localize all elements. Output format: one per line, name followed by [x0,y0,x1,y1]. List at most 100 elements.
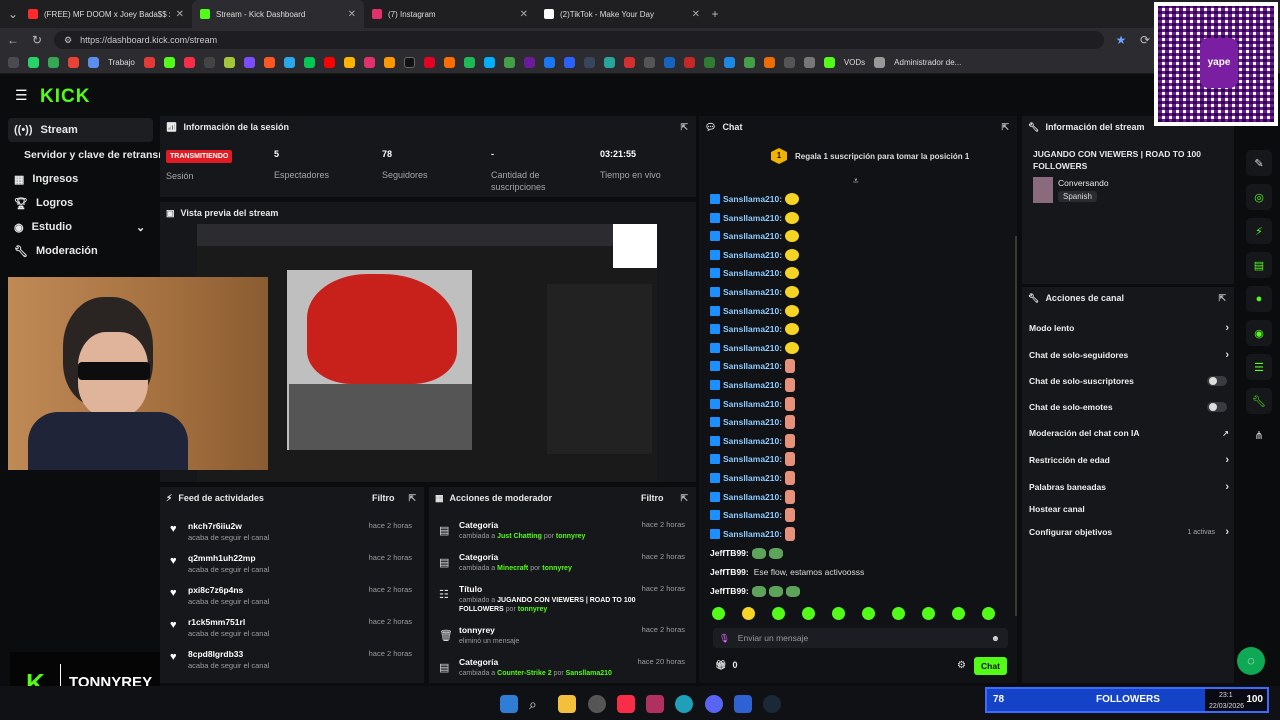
filter-button[interactable]: Filtro [372,493,395,503]
file-explorer-icon[interactable] [558,695,576,713]
chat-username[interactable]: Sansllama210: [723,231,782,241]
youtube-icon[interactable] [323,57,335,68]
close-icon[interactable]: ✕ [176,9,184,20]
x-icon[interactable] [403,57,415,68]
close-icon[interactable]: ✕ [348,9,356,20]
instagram-icon[interactable] [363,57,375,68]
chat-username[interactable]: Sansllama210: [723,492,782,502]
app-icon[interactable] [588,695,606,713]
chat-username[interactable]: Sansllama210: [723,268,782,278]
bookmark-vods[interactable]: VODs [844,58,865,67]
tab-instagram[interactable]: (7) Instagram ✕ [364,0,536,28]
emote-icon[interactable] [742,607,755,620]
bookmark-icon[interactable] [643,57,655,68]
support-button[interactable]: ◌ [1237,647,1265,675]
sidebar-item-server-key[interactable]: Servidor y clave de retransm [8,143,168,167]
chat-username[interactable]: Sansllama210: [723,361,782,371]
chat-username[interactable]: JeffTB99: [710,586,749,596]
share-icon[interactable]: ⋔ [1246,422,1272,448]
bookmark-icon[interactable] [743,57,755,68]
url-field[interactable]: ⚙ https://dashboard.kick.com/stream [54,31,1104,49]
chat-username[interactable]: Sansllama210: [723,510,782,520]
bookmark-icon[interactable] [8,57,19,68]
popout-icon[interactable]: ⇱ [1218,293,1226,304]
channel-action-goals[interactable]: Configurar objetivos 1 activas › [1029,523,1229,541]
emotes-only-toggle[interactable] [1207,402,1227,412]
music-icon[interactable] [617,695,635,713]
popout-icon[interactable]: ⇱ [680,122,688,133]
bookmark-icon[interactable] [483,57,495,68]
edit-icon[interactable]: ✎ [1246,150,1272,176]
bookmark-icon[interactable] [523,57,535,68]
chat-username[interactable]: Sansllama210: [723,343,782,353]
bookmark-icon[interactable] [143,57,155,68]
points-display[interactable]: 🎁︎ 0 [715,660,737,671]
pinterest-icon[interactable] [423,57,435,68]
camera-icon[interactable]: ◎ [1246,184,1272,210]
chat-send-button[interactable]: Chat [974,657,1007,675]
chat-username[interactable]: Sansllama210: [723,250,782,260]
facebook-icon[interactable] [543,57,555,68]
maps-icon[interactable] [503,57,515,68]
bookmark-icon[interactable] [243,57,255,68]
bookmark-icon[interactable] [723,57,735,68]
reload-icon[interactable]: ↻ [30,33,44,47]
bookmark-icon[interactable] [383,57,395,68]
search-icon[interactable]: ⌕ [529,695,547,713]
chat-input[interactable]: 🎙︎ Enviar un mensaje ☻ [713,628,1008,648]
tumblr-icon[interactable] [583,57,595,68]
chat-username[interactable]: Sansllama210: [723,287,782,297]
settings-icon[interactable]: ⚙ [957,660,966,671]
chat-username[interactable]: Sansllama210: [723,213,782,223]
discord-icon[interactable] [705,695,723,713]
bolt-icon[interactable]: ⚡︎ [1246,218,1272,244]
bookmark-admin[interactable]: Administrador de... [894,58,961,67]
channel-action-slow-mode[interactable]: Modo lento › [1029,319,1229,337]
whatsapp-icon[interactable] [28,57,39,68]
emote-icon[interactable] [982,607,995,620]
bookmark-folder-trabajo[interactable]: Trabajo [108,58,135,67]
sidebar-item-logros[interactable]: 🏆︎ Logros [8,191,153,215]
bookmark-icon[interactable] [763,57,775,68]
emoji-icon[interactable]: ☻ [991,633,1000,643]
menu-icon[interactable]: ☰ [15,87,28,104]
windows-start-icon[interactable] [500,695,518,713]
category-name[interactable]: Conversando [1058,178,1109,188]
chevron-down-icon[interactable]: ⩡ [853,176,859,187]
chat-username[interactable]: Sansllama210: [723,194,782,204]
chat-icon[interactable]: ● [1246,286,1272,312]
subs-only-toggle[interactable] [1207,376,1227,386]
chat-username[interactable]: Sansllama210: [723,529,782,539]
emote-icon[interactable] [952,607,965,620]
app-icon[interactable] [646,695,664,713]
kick-icon[interactable] [823,57,835,68]
chat-username[interactable]: Sansllama210: [723,417,782,427]
back-icon[interactable]: ← [6,33,20,47]
tab-tiktok[interactable]: (2)TikTok - Make Your Day ✕ [536,0,708,28]
bookmark-icon[interactable] [803,57,815,68]
channel-action-age-restriction[interactable]: Restricción de edad › [1029,451,1229,469]
kick-logo[interactable]: KICK [40,86,90,108]
bookmark-icon[interactable] [703,57,715,68]
app-icon[interactable] [734,695,752,713]
tab-list-icon[interactable]: ⌄ [6,7,20,21]
emote-icon[interactable] [802,607,815,620]
emote-icon[interactable] [712,607,725,620]
popout-icon[interactable]: ⇱ [408,493,416,504]
chat-username[interactable]: JeffTB99: [710,548,749,558]
layers-icon[interactable]: ☰ [1246,354,1272,380]
chat-scrollbar[interactable] [1015,236,1017,616]
tab-youtube[interactable]: (FREE) MF DOOM x Joey Bada$$ x ✕ [20,0,192,28]
sidebar-item-estudio[interactable]: ◉ Estudio ⌄ [8,215,153,239]
emote-icon[interactable] [862,607,875,620]
chat-username[interactable]: Sansllama210: [723,454,782,464]
sidebar-item-moderacion[interactable]: 🔧︎ Moderación [8,239,153,263]
bookmark-icon[interactable] [263,57,275,68]
site-info-icon[interactable]: ⚙ [64,35,72,46]
wrench-icon[interactable]: 🔧︎ [1246,388,1272,414]
tab-kick[interactable]: Stream - Kick Dashboard ✕ [192,0,364,28]
channel-action-ai-moderation[interactable]: Moderación del chat con IA ↗ [1029,424,1229,442]
emote-icon[interactable] [772,607,785,620]
chat-username[interactable]: Sansllama210: [723,436,782,446]
bookmark-icon[interactable] [303,57,315,68]
